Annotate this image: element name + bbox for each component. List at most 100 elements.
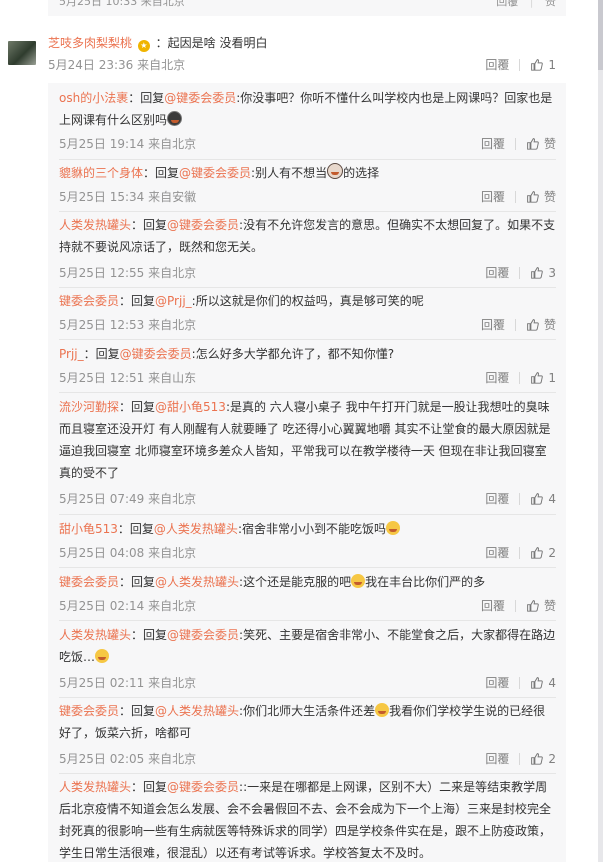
thumbs-up-icon	[531, 59, 544, 71]
reply-author[interactable]: 人类发热罐头	[59, 218, 131, 232]
reply-time: 5月25日 19:14 来自北京	[59, 137, 197, 151]
reply-author[interactable]: 键委会委员	[59, 294, 119, 308]
reply-button[interactable]: 回覆	[481, 316, 505, 333]
like-button[interactable]: 4	[530, 492, 556, 506]
emoji-icon	[375, 703, 390, 717]
separator	[59, 211, 556, 212]
like-button[interactable]: 3	[530, 266, 556, 280]
like-count: 赞	[543, 137, 556, 151]
reply-author[interactable]: 流沙河勤探	[59, 400, 119, 414]
thumbs-up-icon	[531, 493, 544, 505]
like-count: 1	[548, 370, 556, 385]
like-button[interactable]: 赞	[545, 0, 556, 8]
reply-author[interactable]: Prjj_	[59, 347, 84, 361]
reply-button[interactable]: 回覆	[485, 369, 509, 386]
reply-time: 5月25日 02:05 来自北京	[59, 752, 197, 766]
like-button[interactable]: 赞	[526, 316, 556, 333]
reply-time: 5月25日 07:49 来自北京	[59, 492, 197, 506]
reply-prefix: ：回复	[117, 522, 154, 536]
reply-text: 键委会委员：回复@Prjj_:所以这就是你们的权益吗，真是够可笑的呢	[59, 290, 556, 312]
like-count: 4	[548, 675, 556, 690]
comment-meta: 5月24日 23:36 来自北京 回覆 1	[48, 56, 566, 73]
scrollbar-thumb[interactable]	[598, 0, 603, 70]
divider	[514, 318, 516, 331]
reply-target[interactable]: @Prjj_	[155, 294, 192, 308]
reply-target[interactable]: @键委会委员	[179, 166, 251, 180]
reply-button[interactable]: 回覆	[485, 264, 509, 281]
reply-button[interactable]: 回覆	[481, 188, 505, 205]
reply-body: :所以这就是你们的权益吗，真是够可笑的呢	[191, 294, 424, 308]
reply-target[interactable]: @键委会委员	[164, 91, 236, 105]
like-button[interactable]: 4	[530, 676, 556, 690]
reply-button[interactable]: 回覆	[496, 0, 518, 8]
like-button[interactable]: 1	[530, 58, 556, 72]
reply-button[interactable]: 回覆	[481, 597, 505, 614]
reply-list: osh的小法裹：回复@键委会委员:你没事吧？你听不懂什么叫学校内也是上网课吗？回…	[48, 83, 566, 862]
thumbs-up-icon	[531, 267, 544, 279]
reply-author[interactable]: 甜小龟513	[59, 522, 118, 536]
divider	[519, 676, 521, 689]
reply-actions: 回覆 赞	[481, 188, 556, 205]
reply-text: 键委会委员：回复@人类发热罐头:这个还是能克服的吧 我在丰台比你们严的多	[59, 571, 556, 593]
like-count: 赞	[543, 318, 556, 332]
reply-text: 流沙河勤探：回复@甜小龟513:是真的 六人寝小桌子 我中午打开门就是一股让我想…	[59, 396, 556, 484]
main-comment: 芝吱多肉梨梨桃 ★ ：起因是啥 没看明白 5月24日 23:36 来自北京 回覆…	[48, 34, 566, 72]
emoji-icon	[167, 111, 183, 126]
reply-target[interactable]: @人类发热罐头	[155, 704, 239, 718]
comment-panel: 5月25日 10:33 来自北京 回覆 | 赞 芝吱多肉梨梨桃 ★ ：起因是啥 …	[0, 0, 598, 862]
like-button[interactable]: 赞	[526, 597, 556, 614]
reply-target[interactable]: @人类发热罐头	[155, 575, 239, 589]
thumbs-up-icon	[531, 547, 544, 559]
like-button[interactable]: 2	[530, 546, 556, 560]
reply-prefix: ：回复	[143, 166, 180, 180]
reply-prefix: ：回复	[131, 780, 168, 794]
like-button[interactable]: 2	[530, 752, 556, 766]
comment-author[interactable]: 芝吱多肉梨梨桃	[48, 36, 132, 50]
reply-target[interactable]: @键委会委员	[167, 218, 239, 232]
reply-author[interactable]: 人类发热罐头	[59, 780, 131, 794]
reply-time: 5月25日 02:11 来自北京	[59, 676, 197, 690]
reply-time: 5月25日 04:08 来自北京	[59, 546, 197, 560]
divider	[514, 599, 516, 612]
reply-button[interactable]: 回覆	[485, 544, 509, 561]
previous-reply-actions[interactable]: 回覆 | 赞	[496, 0, 556, 9]
thumbs-up-icon	[527, 138, 539, 150]
reply-button[interactable]: 回覆	[485, 56, 509, 73]
like-count: 3	[548, 265, 556, 280]
like-button[interactable]: 赞	[526, 135, 556, 152]
reply-button[interactable]: 回覆	[485, 490, 509, 507]
divider	[514, 137, 516, 150]
reply-author[interactable]: 键委会委员	[59, 704, 119, 718]
reply-actions: 回覆 赞	[481, 597, 556, 614]
reply-prefix: ：回复	[119, 294, 156, 308]
like-button[interactable]: 赞	[526, 188, 556, 205]
separator	[59, 567, 556, 568]
reply-author[interactable]: osh的小法裹	[59, 91, 128, 105]
reply-target[interactable]: @键委会委员	[167, 628, 239, 642]
divider	[519, 266, 521, 279]
like-button[interactable]: 1	[530, 371, 556, 385]
like-count: 2	[548, 751, 556, 766]
reply-time: 5月25日 12:51 来自山东	[59, 371, 197, 385]
reply-author[interactable]: 貔貅的三个身体	[59, 166, 143, 180]
divider	[519, 58, 521, 71]
emoji-icon	[95, 649, 110, 663]
reply-text: 貔貅的三个身体：回复@键委会委员:别人有不想当 的选择	[59, 162, 556, 184]
divider	[519, 492, 521, 505]
reply-actions: 回覆 赞	[481, 316, 556, 333]
scrollbar[interactable]	[598, 0, 603, 862]
reply-text: 键委会委员：回复@人类发热罐头:你们北师大生活条件还差 我看你们学校学生说的已经很…	[59, 700, 556, 744]
reply-author[interactable]: 人类发热罐头	[59, 628, 131, 642]
reply-prefix: ：回复	[119, 575, 156, 589]
reply-target[interactable]: @甜小龟513	[155, 400, 226, 414]
reply-body: :别人有不想当	[251, 166, 328, 180]
reply-target[interactable]: @键委会委员	[167, 780, 239, 794]
reply-button[interactable]: 回覆	[485, 674, 509, 691]
avatar[interactable]	[8, 41, 36, 65]
reply-button[interactable]: 回覆	[485, 750, 509, 767]
reply-button[interactable]: 回覆	[481, 135, 505, 152]
like-count: 赞	[543, 599, 556, 613]
reply-target[interactable]: @键委会委员	[120, 347, 192, 361]
reply-author[interactable]: 键委会委员	[59, 575, 119, 589]
reply-target[interactable]: @人类发热罐头	[154, 522, 238, 536]
